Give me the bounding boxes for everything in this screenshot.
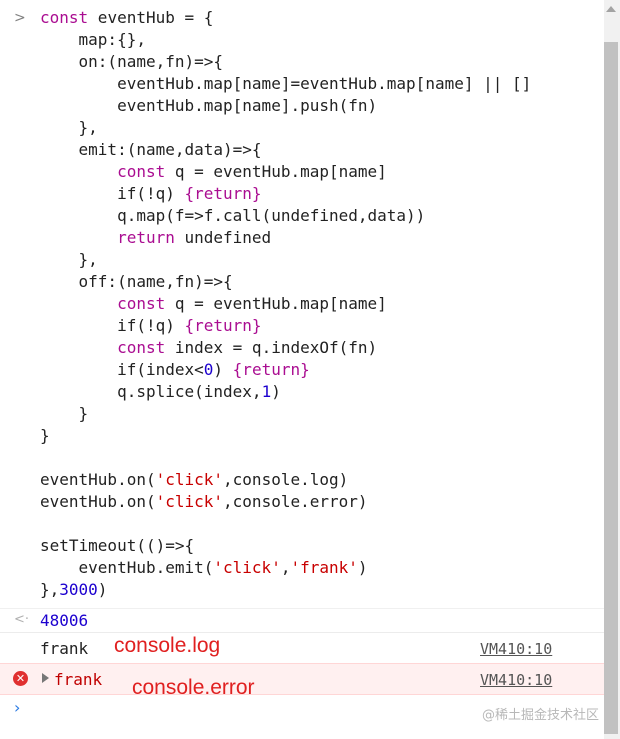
code-line: if(index<0) {return} bbox=[40, 360, 310, 379]
code-line: } bbox=[40, 404, 89, 423]
code-line: eventHub.emit('click','frank') bbox=[40, 558, 368, 577]
return-arrow-icon: <· bbox=[14, 612, 30, 627]
code-line: off:(name,fn)=>{ bbox=[40, 272, 233, 291]
scrollbar-thumb[interactable] bbox=[604, 42, 618, 734]
error-icon: ✕ bbox=[13, 671, 28, 686]
annotation-console-log: console.log bbox=[114, 634, 221, 657]
code-line: } bbox=[40, 426, 50, 445]
code-line: if(!q) {return} bbox=[40, 184, 262, 203]
code-line: q.map(f=>f.call(undefined,data)) bbox=[40, 206, 426, 225]
code-line: const q = eventHub.map[name] bbox=[117, 294, 387, 313]
code-line: eventHub.on('click',console.error) bbox=[40, 492, 368, 511]
code-line: const index = q.indexOf(fn) bbox=[117, 338, 378, 357]
result-value: 48006 bbox=[40, 611, 89, 630]
code-line: }, bbox=[40, 118, 98, 137]
code-line: setTimeout(()=>{ bbox=[40, 536, 195, 555]
code-line: return undefined bbox=[117, 228, 272, 247]
log-text: frank bbox=[40, 639, 89, 658]
code-line: eventHub.on('click',console.log) bbox=[40, 470, 349, 489]
scroll-up-arrow-icon[interactable] bbox=[606, 6, 616, 12]
result-row: <· 48006 bbox=[0, 608, 604, 633]
code-line: emit:(name,data)=>{ bbox=[40, 140, 262, 159]
chevron-right-icon: > bbox=[14, 10, 26, 26]
code-line: }, bbox=[40, 250, 98, 269]
code-line: on:(name,fn)=>{ bbox=[40, 52, 224, 71]
code-line: const eventHub = { bbox=[40, 8, 214, 27]
console-error-message: ✕ frank console.error VM410:10 bbox=[0, 663, 604, 699]
code-line: const q = eventHub.map[name] bbox=[117, 162, 387, 181]
code-line: eventHub.map[name]=eventHub.map[name] ||… bbox=[40, 74, 532, 93]
source-link-error[interactable]: VM410:10 bbox=[480, 671, 552, 689]
expand-triangle-icon[interactable] bbox=[42, 673, 49, 683]
code-line: },3000) bbox=[40, 580, 108, 599]
code-line: eventHub.map[name].push(fn) bbox=[40, 96, 378, 115]
console-input-entry[interactable]: > const eventHub = { map:{}, on:(name,fn… bbox=[0, 0, 604, 608]
console-log-message: frank console.log VM410:10 bbox=[0, 632, 604, 664]
code-line: q.splice(index,1) bbox=[40, 382, 281, 401]
error-text: frank bbox=[54, 670, 103, 689]
code-line: map:{}, bbox=[40, 30, 146, 49]
watermark: @稀土掘金技术社区 bbox=[482, 708, 600, 723]
code-line: if(!q) {return} bbox=[40, 316, 262, 335]
devtools-console: > const eventHub = { map:{}, on:(name,fn… bbox=[0, 0, 604, 739]
prompt-caret-icon: › bbox=[14, 698, 21, 717]
source-link-log[interactable]: VM410:10 bbox=[480, 640, 552, 658]
